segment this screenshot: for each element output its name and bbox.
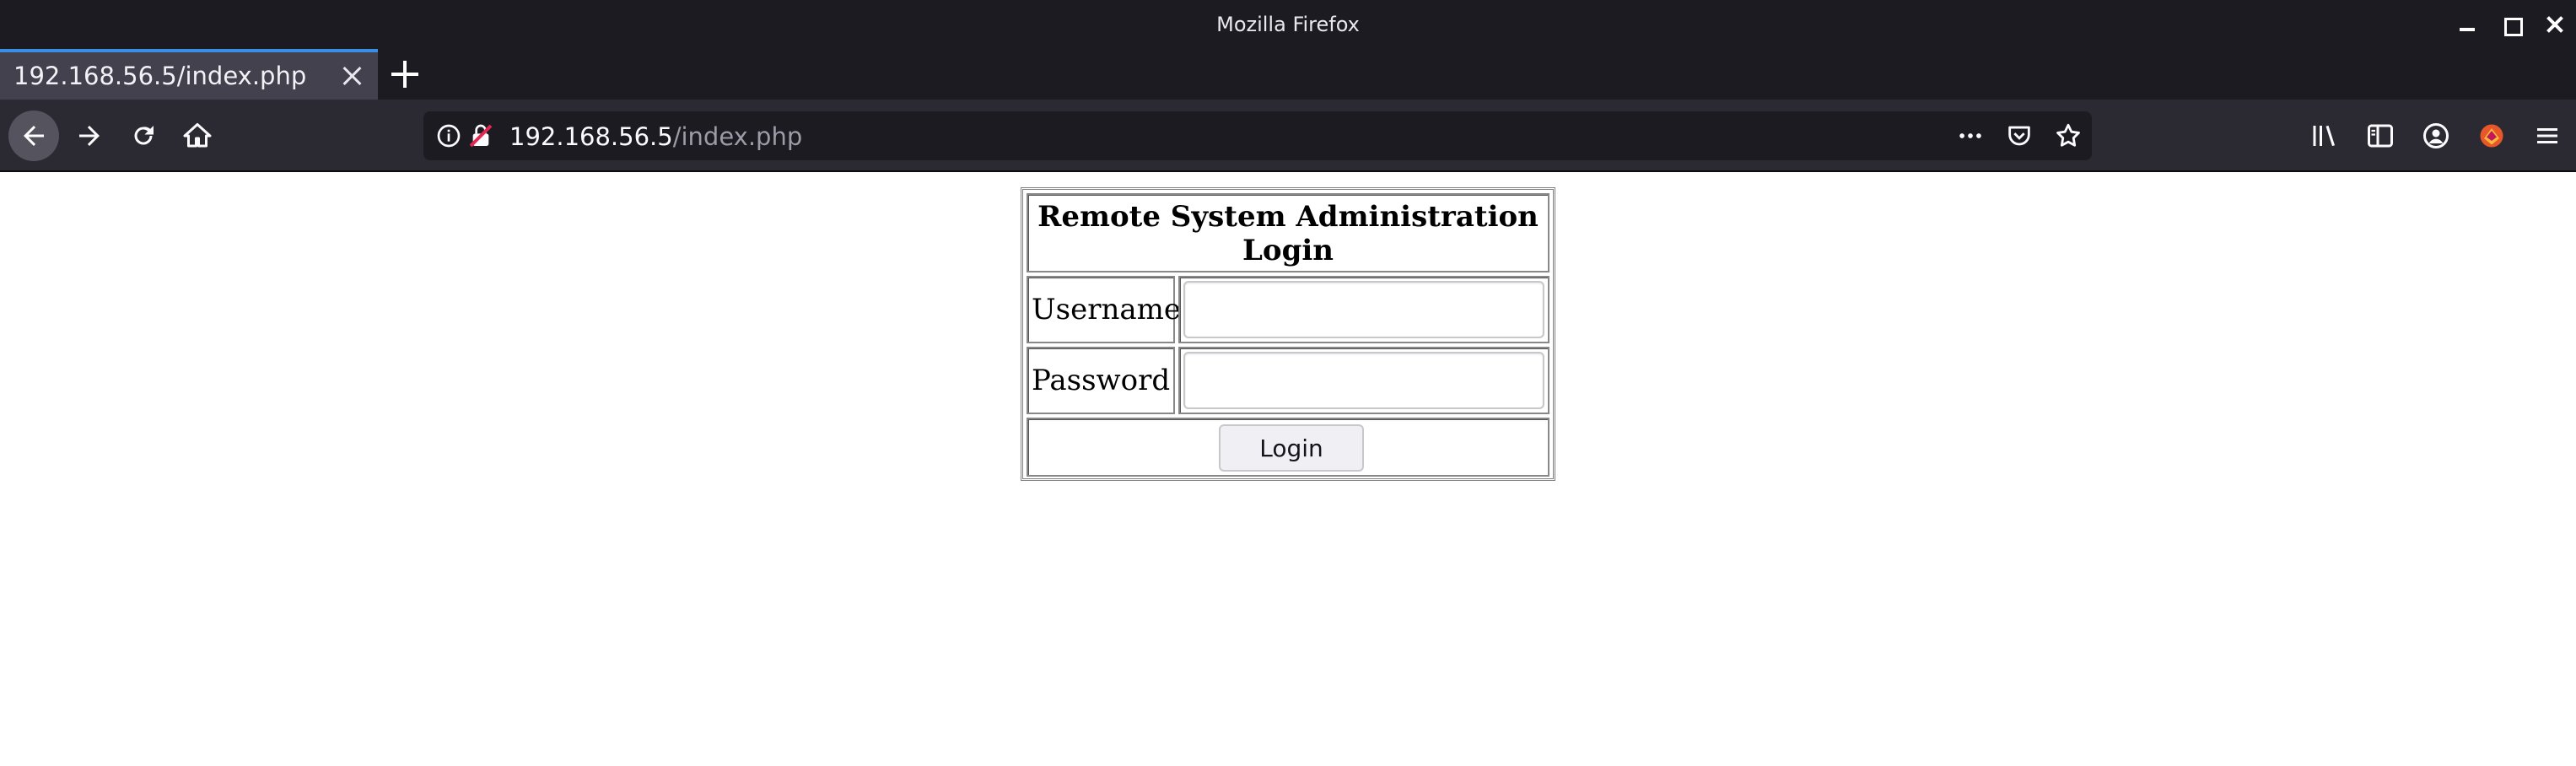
- url-host: 192.168.56.5: [509, 122, 673, 151]
- maximize-icon[interactable]: [2502, 15, 2523, 36]
- page-actions: [1955, 111, 2083, 160]
- password-input-cell: [1178, 347, 1549, 414]
- password-label: Password: [1032, 364, 1171, 397]
- login-button-cell: Login: [1027, 418, 1549, 477]
- close-window-icon[interactable]: [2546, 15, 2564, 34]
- sidebar-icon[interactable]: [2363, 119, 2397, 153]
- extension-icon[interactable]: [2475, 119, 2509, 153]
- pocket-icon[interactable]: [2004, 121, 2034, 151]
- tab-active[interactable]: 192.168.56.5/index.php: [0, 49, 378, 100]
- page-content: Remote System Administration Login Usern…: [0, 172, 2576, 766]
- star-icon[interactable]: [2053, 121, 2083, 151]
- tab-label: 192.168.56.5/index.php: [13, 62, 307, 90]
- reload-icon[interactable]: [118, 111, 169, 161]
- username-input-cell: [1178, 276, 1549, 343]
- password-input[interactable]: [1183, 352, 1544, 409]
- minimize-icon[interactable]: [2458, 15, 2476, 34]
- account-icon[interactable]: [2419, 119, 2453, 153]
- library-icon[interactable]: [2308, 119, 2342, 153]
- url-path: /index.php: [672, 122, 803, 151]
- window-title: Mozilla Firefox: [1216, 13, 1360, 36]
- close-tab-icon[interactable]: [342, 66, 363, 86]
- insecure-lock-icon[interactable]: [467, 122, 494, 149]
- login-heading-cell: Remote System Administration Login: [1027, 193, 1549, 272]
- login-button[interactable]: Login: [1219, 424, 1364, 472]
- more-dots-icon[interactable]: [1955, 121, 1986, 151]
- window-controls: [2458, 0, 2564, 49]
- url-text[interactable]: 192.168.56.5/index.php: [509, 122, 802, 151]
- new-tab-icon[interactable]: [390, 59, 420, 89]
- tab-bar: 192.168.56.5/index.php: [0, 49, 2576, 100]
- hamburger-menu-icon[interactable]: [2530, 119, 2564, 153]
- password-label-cell: Password: [1027, 347, 1175, 414]
- home-icon[interactable]: [172, 111, 223, 161]
- username-label-cell: Username: [1027, 276, 1181, 343]
- username-label: Username: [1032, 293, 1182, 326]
- url-bar[interactable]: 192.168.56.5/index.php: [423, 111, 2092, 160]
- toolbar-right: [2308, 100, 2576, 172]
- username-input[interactable]: [1183, 281, 1544, 338]
- login-heading: Remote System Administration Login: [1037, 200, 1539, 267]
- window-titlebar: Mozilla Firefox: [0, 0, 2576, 49]
- info-icon[interactable]: [435, 122, 462, 149]
- back-arrow-icon[interactable]: [8, 111, 59, 161]
- navigation-toolbar: 192.168.56.5/index.php: [0, 100, 2576, 172]
- login-form-table: Remote System Administration Login Usern…: [1021, 187, 1555, 481]
- forward-arrow-icon[interactable]: [64, 111, 115, 161]
